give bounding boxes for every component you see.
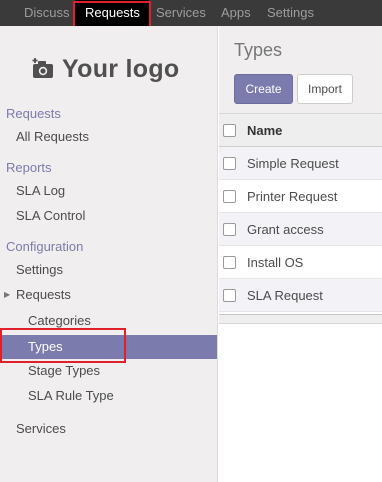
table-row[interactable]: Simple Request: [219, 147, 382, 180]
sidebar: Your logo Requests All Requests Reports …: [0, 26, 218, 482]
menu-requests[interactable]: Requests: [75, 0, 149, 26]
menu-apps[interactable]: Apps: [221, 0, 251, 26]
table-row[interactable]: SLA Request: [219, 279, 382, 312]
row-name[interactable]: SLA Request: [247, 279, 323, 312]
sidebar-item-services[interactable]: Services: [16, 417, 66, 441]
sidebar-item-stage-types[interactable]: Stage Types: [28, 359, 100, 383]
column-header-name[interactable]: Name: [247, 114, 282, 147]
sidebar-item-sla-rule-type[interactable]: SLA Rule Type: [28, 384, 114, 408]
sidebar-item-types-label: Types: [28, 339, 63, 354]
sidebar-item-settings[interactable]: Settings: [16, 258, 63, 282]
row-checkbox[interactable]: [223, 157, 236, 170]
sidebar-item-all-requests[interactable]: All Requests: [16, 125, 89, 149]
row-name[interactable]: Install OS: [247, 246, 303, 279]
page-title: Types: [234, 40, 283, 60]
row-name[interactable]: Printer Request: [247, 180, 337, 213]
table-row[interactable]: Printer Request: [219, 180, 382, 213]
table-row[interactable]: Grant access: [219, 213, 382, 246]
row-checkbox[interactable]: [223, 289, 236, 302]
main-content: Types Create Import Name Simple Request …: [219, 26, 382, 482]
sidebar-item-requests-config[interactable]: Requests: [16, 283, 71, 307]
caret-right-icon[interactable]: ▶: [4, 283, 10, 307]
menu-discuss[interactable]: Discuss: [24, 0, 70, 26]
row-checkbox[interactable]: [223, 190, 236, 203]
control-panel: Types Create Import: [219, 26, 382, 114]
row-name[interactable]: Grant access: [247, 213, 324, 246]
table-footer: [219, 314, 382, 324]
row-checkbox[interactable]: [223, 256, 236, 269]
row-checkbox[interactable]: [223, 223, 236, 236]
sidebar-item-types[interactable]: Types: [0, 335, 217, 359]
logo-text: Your logo: [62, 54, 180, 83]
table-row[interactable]: Install OS: [219, 246, 382, 279]
top-navbar: Discuss Requests Services Apps Settings: [0, 0, 382, 26]
create-button[interactable]: Create: [234, 74, 293, 104]
section-title-configuration[interactable]: Configuration: [6, 239, 83, 254]
camera-icon: [32, 58, 53, 78]
section-title-requests[interactable]: Requests: [6, 106, 61, 121]
table-header-row: Name: [219, 114, 382, 147]
sidebar-item-categories[interactable]: Categories: [28, 309, 91, 333]
row-name[interactable]: Simple Request: [247, 147, 339, 180]
menu-settings[interactable]: Settings: [267, 0, 314, 26]
company-logo: Your logo: [32, 52, 180, 86]
import-button[interactable]: Import: [297, 74, 353, 104]
section-title-reports[interactable]: Reports: [6, 160, 52, 175]
sidebar-item-sla-control[interactable]: SLA Control: [16, 204, 85, 228]
select-all-checkbox[interactable]: [223, 124, 236, 137]
menu-services[interactable]: Services: [156, 0, 206, 26]
sidebar-item-sla-log[interactable]: SLA Log: [16, 179, 65, 203]
